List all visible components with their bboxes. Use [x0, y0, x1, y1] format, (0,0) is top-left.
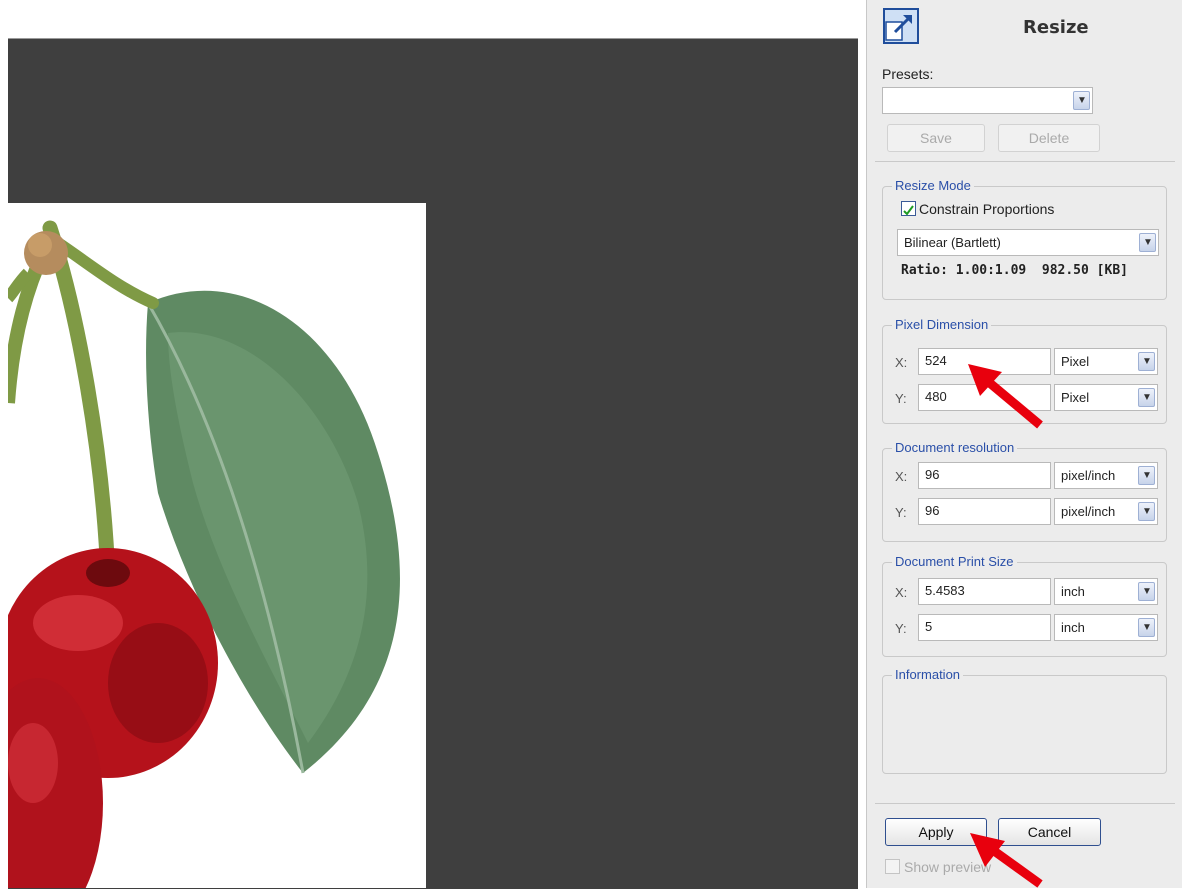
canvas-left-edge	[0, 38, 8, 888]
chevron-down-icon[interactable]: ▼	[1138, 502, 1155, 521]
print-y-input[interactable]: 5	[918, 614, 1051, 641]
show-preview-label: Show preview	[904, 859, 992, 875]
print-x-label: X:	[895, 585, 908, 600]
cherry-image	[8, 203, 426, 888]
resize-icon	[883, 8, 921, 46]
delete-preset-button[interactable]: Delete	[998, 124, 1100, 152]
chevron-down-icon[interactable]: ▼	[1138, 466, 1155, 485]
chevron-down-icon[interactable]: ▼	[1138, 618, 1155, 637]
chevron-down-icon[interactable]: ▼	[1139, 233, 1156, 252]
print-y-unit: inch	[1061, 620, 1085, 635]
stem-main	[42, 220, 116, 586]
pixel-x-label: X:	[895, 355, 908, 370]
print-y-label: Y:	[895, 621, 907, 636]
show-preview-checkbox[interactable]	[885, 859, 900, 874]
pixel-y-label: Y:	[895, 391, 907, 406]
print-size-group	[882, 562, 1167, 657]
information-title: Information	[892, 667, 964, 682]
resize-panel: Resize Presets: ▼ Save Delete Resize Mod…	[866, 0, 1182, 888]
resize-method-dropdown[interactable]: Bilinear (Bartlett) ▼	[897, 229, 1159, 256]
resolution-y-unit-dropdown[interactable]: pixel/inch ▼	[1054, 498, 1158, 525]
cancel-button[interactable]: Cancel	[998, 818, 1101, 846]
pixel-y-input[interactable]: 480	[918, 384, 1051, 411]
presets-label: Presets:	[882, 66, 934, 82]
print-x-input[interactable]: 5.4583	[918, 578, 1051, 605]
pixel-y-unit: Pixel	[1061, 390, 1090, 405]
presets-dropdown[interactable]: ▼	[882, 87, 1093, 114]
save-preset-button[interactable]: Save	[887, 124, 985, 152]
chevron-down-icon[interactable]: ▼	[1073, 91, 1090, 110]
pixel-x-input[interactable]: 524	[918, 348, 1051, 375]
resolution-x-label: X:	[895, 469, 908, 484]
checkmark-icon	[903, 205, 914, 216]
arrow-to-x-field	[0, 0, 120, 120]
panel-title: Resize	[1023, 17, 1089, 38]
chevron-down-icon[interactable]: ▼	[1138, 582, 1155, 601]
pixel-x-unit-dropdown[interactable]: Pixel ▼	[1054, 348, 1158, 375]
pixel-dimension-title: Pixel Dimension	[892, 317, 992, 332]
resolution-y-unit: pixel/inch	[1061, 504, 1116, 519]
canvas-top-strip	[0, 0, 866, 37]
pixel-y-unit-dropdown[interactable]: Pixel ▼	[1054, 384, 1158, 411]
separator	[875, 803, 1175, 804]
print-y-unit-dropdown[interactable]: inch ▼	[1054, 614, 1158, 641]
document-resolution-title: Document resolution	[892, 440, 1018, 455]
canvas-area	[0, 0, 866, 889]
constrain-label[interactable]: Constrain Proportions	[919, 201, 1054, 217]
print-size-title: Document Print Size	[892, 554, 1017, 569]
print-x-unit-dropdown[interactable]: inch ▼	[1054, 578, 1158, 605]
chevron-down-icon[interactable]: ▼	[1138, 388, 1155, 407]
resolution-x-unit: pixel/inch	[1061, 468, 1116, 483]
separator	[875, 161, 1175, 162]
resolution-y-input[interactable]: 96	[918, 498, 1051, 525]
ratio-text: Ratio: 1.00:1.09 982.50 [KB]	[901, 263, 1128, 278]
print-x-unit: inch	[1061, 584, 1085, 599]
resolution-x-unit-dropdown[interactable]: pixel/inch ▼	[1054, 462, 1158, 489]
resolution-y-label: Y:	[895, 505, 907, 520]
pixel-x-unit: Pixel	[1061, 354, 1090, 369]
chevron-down-icon[interactable]: ▼	[1138, 352, 1155, 371]
constrain-checkbox[interactable]	[901, 201, 916, 216]
information-group	[882, 675, 1167, 774]
resize-method-selected: Bilinear (Bartlett)	[904, 235, 1001, 250]
resolution-x-input[interactable]: 96	[918, 462, 1051, 489]
apply-button[interactable]: Apply	[885, 818, 987, 846]
resize-mode-title: Resize Mode	[892, 178, 974, 193]
